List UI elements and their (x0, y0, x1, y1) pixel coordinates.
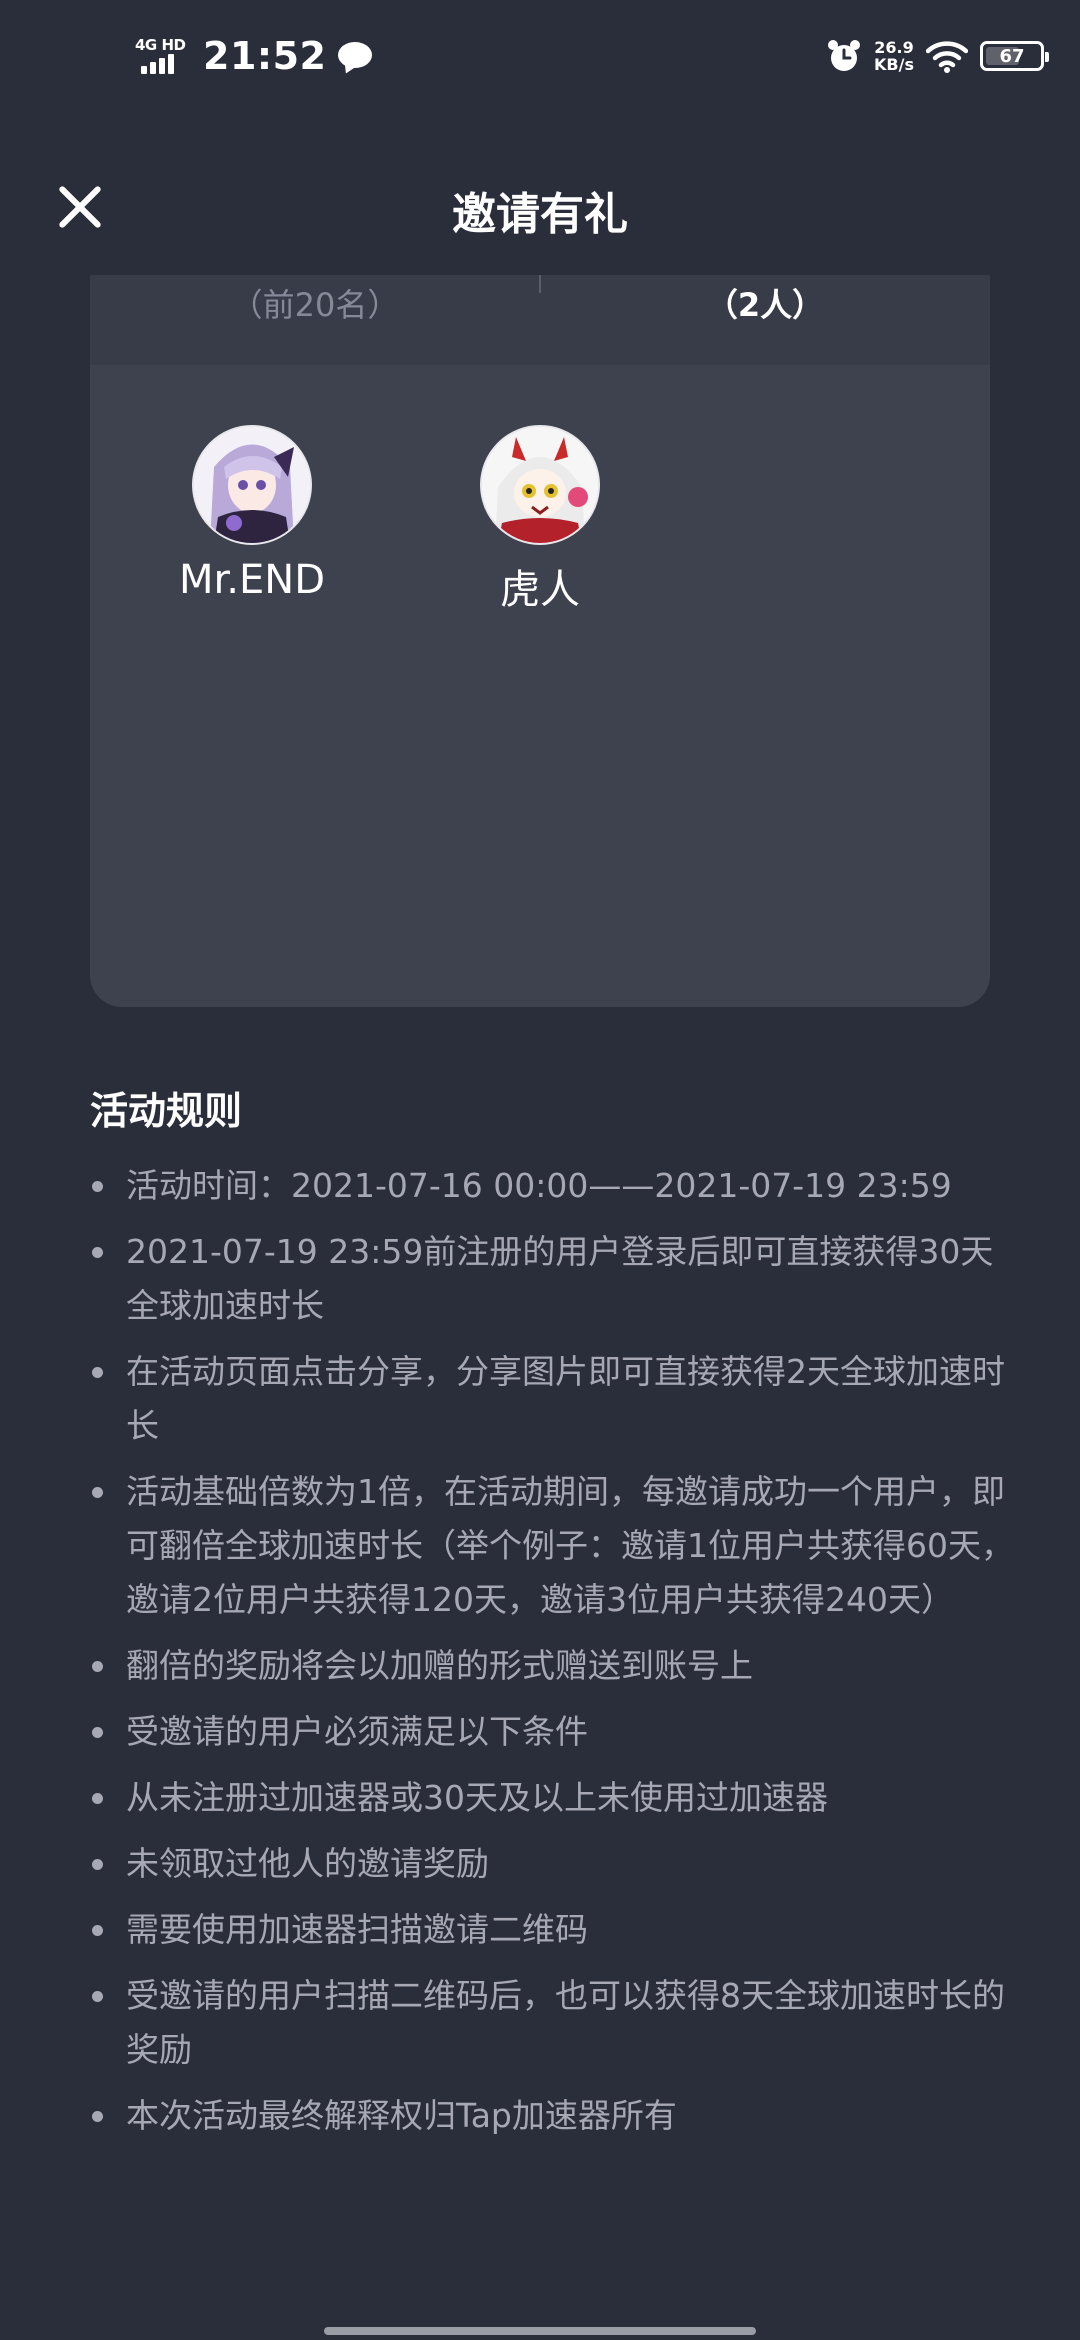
bullet-icon (92, 1793, 103, 1804)
status-time: 21:52 (203, 34, 327, 78)
avatar (192, 425, 312, 545)
rule-text: 翻倍的奖励将会以加赠的形式赠送到账号上 (126, 1646, 753, 1685)
rule-item: 活动基础倍数为1倍，在活动期间，每邀请成功一个用户，即可翻倍全球加速时长（举个例… (90, 1465, 1020, 1627)
card-tabs: （前20名） （2人） (90, 275, 990, 365)
rule-item: 受邀请的用户扫描二维码后，也可以获得8天全球加速时长的奖励 (90, 1969, 1020, 2077)
rule-text: 在活动页面点击分享，分享图片即可直接获得2天全球加速时长 (126, 1352, 1005, 1445)
rule-text: 活动时间：2021-07-16 00:00——2021-07-19 23:59 (126, 1166, 952, 1205)
rule-item: 在活动页面点击分享，分享图片即可直接获得2天全球加速时长 (90, 1345, 1020, 1453)
rule-item: 需要使用加速器扫描邀请二维码 (90, 1903, 1020, 1957)
rule-text: 受邀请的用户扫描二维码后，也可以获得8天全球加速时长的奖励 (126, 1976, 1005, 2069)
rule-text: 2021-07-19 23:59前注册的用户登录后即可直接获得30天全球加速时长 (126, 1232, 994, 1325)
rule-item: 活动时间：2021-07-16 00:00——2021-07-19 23:59 (90, 1159, 1020, 1213)
rule-item: 从未注册过加速器或30天及以上未使用过加速器 (90, 1771, 1020, 1825)
rule-text: 需要使用加速器扫描邀请二维码 (126, 1910, 588, 1949)
wifi-icon (926, 41, 968, 73)
rule-item: 2021-07-19 23:59前注册的用户登录后即可直接获得30天全球加速时长 (90, 1225, 1020, 1333)
bullet-icon (92, 1727, 103, 1738)
invited-user: Mr.END (152, 425, 352, 603)
alarm-icon (828, 40, 861, 71)
bullet-icon (92, 1991, 103, 2002)
bullet-icon (92, 1487, 103, 1498)
rule-item: 翻倍的奖励将会以加赠的形式赠送到账号上 (90, 1639, 1020, 1693)
network-type: 4G HD (135, 36, 186, 54)
battery-level: 67 (999, 45, 1025, 67)
rule-text: 活动基础倍数为1倍，在活动期间，每邀请成功一个用户，即可翻倍全球加速时长（举个例… (126, 1472, 1014, 1619)
rule-text: 受邀请的用户必须满足以下条件 (126, 1712, 588, 1751)
bullet-icon (92, 1367, 103, 1378)
battery-icon: 67 (980, 41, 1049, 71)
rules-title: 活动规则 (90, 1089, 243, 1133)
rule-item: 受邀请的用户必须满足以下条件 (90, 1705, 1020, 1759)
network-speed: 26.9 KB/s (874, 39, 914, 73)
bullet-icon (92, 1181, 103, 1192)
navigation-bar: 邀请有礼 (0, 120, 1080, 275)
bullet-icon (92, 2111, 103, 2122)
user-name: 虎人 (500, 567, 580, 613)
signal-icon: 4G HD (135, 36, 191, 76)
invite-card: （前20名） （2人） Mr.END 虎人 (90, 275, 990, 1007)
bullet-icon (92, 1247, 103, 1258)
rule-text: 从未注册过加速器或30天及以上未使用过加速器 (126, 1778, 828, 1817)
status-right: 26.9 KB/s 67 (826, 38, 1049, 74)
page-title: 邀请有礼 (452, 189, 628, 240)
rule-item: 未领取过他人的邀请奖励 (90, 1837, 1020, 1891)
activity-rules: 活动规则 活动时间：2021-07-16 00:00——2021-07-19 2… (90, 1080, 1020, 2155)
bullet-icon (92, 1925, 103, 1936)
bullet-icon (92, 1859, 103, 1870)
avatar (480, 425, 600, 545)
rule-text: 未领取过他人的邀请奖励 (126, 1844, 489, 1883)
chat-bubble-icon (338, 42, 373, 77)
rule-text: 本次活动最终解释权归Tap加速器所有 (126, 2096, 677, 2135)
rule-item: 本次活动最终解释权归Tap加速器所有 (90, 2089, 1020, 2143)
user-name: Mr.END (179, 557, 325, 603)
speed-value: 26.9 (874, 38, 914, 57)
tab-top-20[interactable]: （前20名） (90, 280, 540, 370)
status-left: 4G HD 21:52 (135, 34, 373, 78)
home-indicator[interactable] (324, 2327, 756, 2335)
speed-unit: KB/s (874, 55, 914, 74)
status-bar: 4G HD 21:52 26.9 KB/s 67 (0, 0, 1080, 120)
tab-invited-count[interactable]: （2人） (540, 280, 990, 370)
invited-user: 虎人 (440, 425, 640, 615)
bullet-icon (92, 1661, 103, 1672)
